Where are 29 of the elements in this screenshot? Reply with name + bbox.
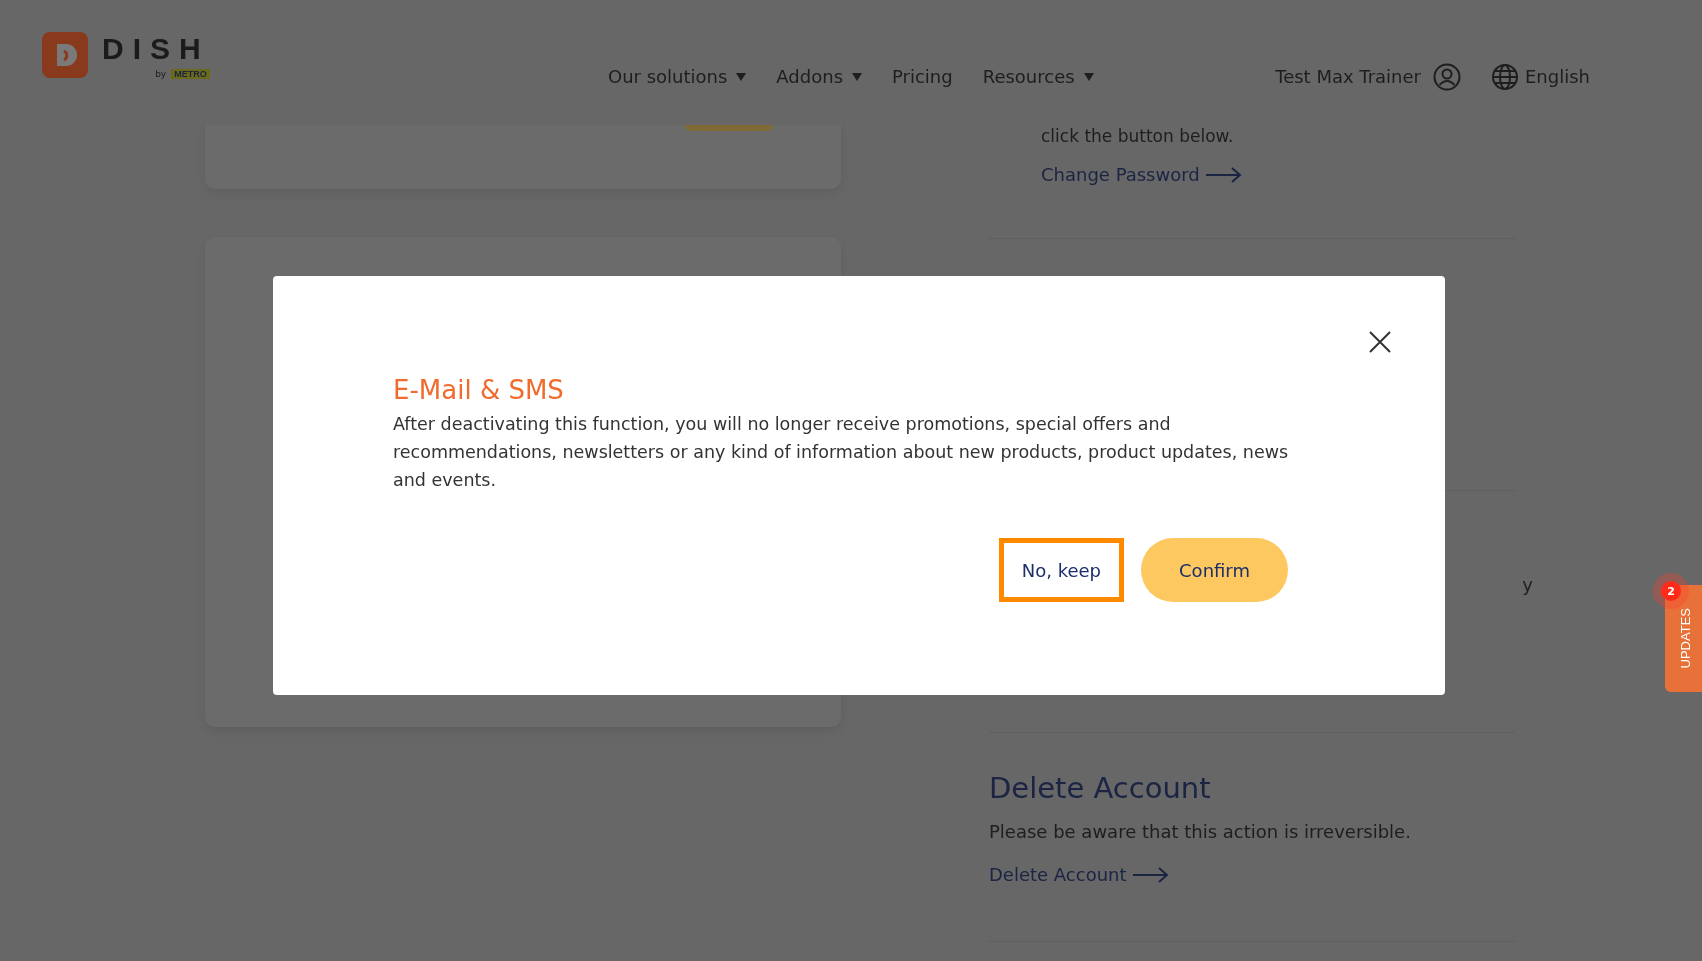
- logo-wordmark: DISH: [102, 32, 210, 66]
- user-icon[interactable]: [1433, 62, 1461, 91]
- nav-link[interactable]: Pricing: [892, 66, 953, 87]
- instruction-text: click the button below.: [1041, 126, 1235, 146]
- user-name[interactable]: Test Max Trainer: [1275, 66, 1421, 87]
- close-icon[interactable]: [1368, 330, 1392, 354]
- cancel-button[interactable]: No, keep: [998, 538, 1125, 602]
- confirm-button[interactable]: Confirm: [1141, 538, 1288, 602]
- logo-icon: [42, 32, 88, 78]
- logo-byline: by: [155, 69, 167, 79]
- arrow-right-icon: [1132, 866, 1169, 883]
- change-password-link[interactable]: Change Password: [1041, 164, 1515, 185]
- delete-account-link[interactable]: Delete Account: [989, 864, 1515, 885]
- notification-badge: 2: [1661, 581, 1681, 601]
- modal-message: After deactivating this function, you will no longer receive promotions, special offers and recommendations, newsletters or any kind of information about new products, product updates, news and events.: [393, 413, 1290, 492]
- caret-icon: [736, 72, 747, 81]
- nav-link[interactable]: Addons: [776, 66, 862, 87]
- section-heading: Delete Account: [989, 771, 1212, 805]
- modal-title: E-Mail & SMS: [393, 374, 565, 406]
- arrow-right-icon: [1205, 166, 1242, 183]
- caret-icon: [1083, 72, 1094, 81]
- language-selector[interactable]: English: [1491, 62, 1590, 91]
- nav-link[interactable]: Our solutions: [608, 66, 747, 87]
- brand-badge: METRO: [171, 69, 210, 79]
- nav-link[interactable]: Resources: [982, 66, 1094, 87]
- caret-icon: [852, 72, 862, 81]
- text-fragment: y: [1522, 574, 1533, 595]
- warning-text: Please be aware that this action is irreversible.: [989, 821, 1412, 842]
- globe-icon: [1491, 62, 1519, 91]
